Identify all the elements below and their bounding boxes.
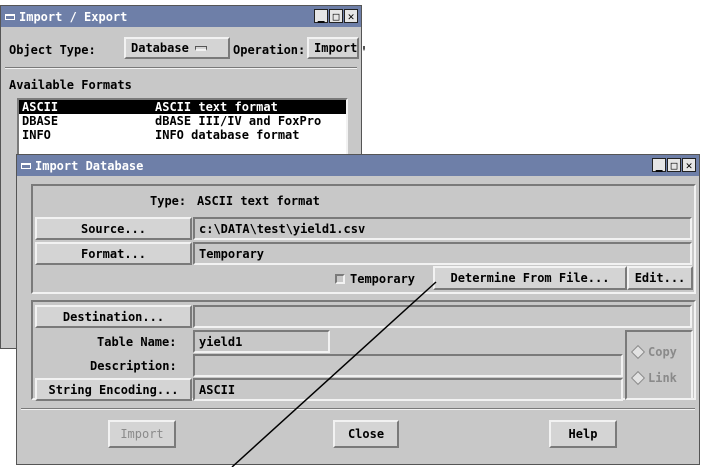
list-item-dbase[interactable]: DBASE dBASE III/IV and FoxPro xyxy=(19,114,346,128)
link-radio[interactable]: Link xyxy=(630,370,677,386)
temporary-label: Temporary xyxy=(350,272,416,286)
format-desc: INFO database format xyxy=(155,128,300,142)
minimize-icon[interactable]: ▁ xyxy=(652,158,666,172)
list-item-info[interactable]: INFO INFO database format xyxy=(19,128,346,142)
maximize-icon[interactable]: □ xyxy=(667,158,681,172)
temporary-checkbox[interactable]: Temporary xyxy=(335,272,415,286)
window-menu-icon[interactable] xyxy=(21,162,31,169)
help-button[interactable]: Help xyxy=(549,420,617,448)
minimize-icon[interactable]: ▁ xyxy=(314,9,328,23)
option-menu-icon xyxy=(363,45,366,51)
string-encoding-button[interactable]: String Encoding... xyxy=(35,378,192,401)
link-label: Link xyxy=(648,371,677,385)
close-button[interactable]: Close xyxy=(333,420,399,448)
list-item-ascii[interactable]: ASCII ASCII text format xyxy=(19,100,346,114)
format-button[interactable]: Format... xyxy=(35,242,192,265)
close-icon[interactable]: ✕ xyxy=(344,9,358,23)
object-type-select[interactable]: Database xyxy=(124,37,230,59)
determine-from-file-button[interactable]: Determine From File... xyxy=(433,266,627,290)
type-value: ASCII text format xyxy=(197,194,320,208)
copy-link-group xyxy=(625,330,693,400)
source-field[interactable]: c:\DATA\test\yield1.csv xyxy=(193,217,692,240)
import-database-titlebar[interactable]: Import Database ▁ □ ✕ xyxy=(17,155,699,176)
object-type-label: Object Type: xyxy=(9,43,96,57)
edit-button[interactable]: Edit... xyxy=(627,266,693,290)
format-field[interactable]: Temporary xyxy=(193,242,692,265)
format-name: DBASE xyxy=(22,114,59,128)
divider xyxy=(21,408,695,410)
import-database-window: Import Database ▁ □ ✕ Type: ASCII text f… xyxy=(16,154,700,465)
format-desc: ASCII text format xyxy=(155,100,278,114)
window-menu-icon[interactable] xyxy=(5,13,15,20)
table-name-field[interactable]: yield1 xyxy=(193,330,330,353)
checkbox-icon[interactable] xyxy=(335,274,345,284)
radio-icon xyxy=(630,370,646,386)
copy-label: Copy xyxy=(648,345,677,359)
destination-field[interactable] xyxy=(193,305,692,328)
description-field[interactable] xyxy=(193,354,623,377)
source-button[interactable]: Source... xyxy=(35,217,192,240)
available-formats-label: Available Formats xyxy=(9,78,132,92)
divider xyxy=(5,67,357,69)
destination-button[interactable]: Destination... xyxy=(35,305,192,328)
object-type-value: Database xyxy=(131,41,189,55)
close-icon[interactable]: ✕ xyxy=(682,158,696,172)
table-name-label: Table Name: xyxy=(97,335,177,349)
window-title: Import Database xyxy=(35,158,144,173)
window-title: Import / Export xyxy=(19,9,128,24)
import-export-titlebar[interactable]: Import / Export ▁ □ ✕ xyxy=(1,6,361,27)
radio-icon xyxy=(630,344,646,360)
import-button[interactable]: Import xyxy=(108,420,176,448)
operation-label: Operation: xyxy=(233,43,306,57)
description-label: Description: xyxy=(90,359,177,373)
option-menu-icon xyxy=(194,45,207,51)
format-name: INFO xyxy=(22,128,51,142)
maximize-icon[interactable]: □ xyxy=(329,9,343,23)
string-encoding-field[interactable]: ASCII xyxy=(193,378,623,401)
operation-value: Import xyxy=(314,41,358,55)
format-name: ASCII xyxy=(22,100,59,114)
type-label: Type: xyxy=(150,194,187,208)
format-desc: dBASE III/IV and FoxPro xyxy=(155,114,322,128)
copy-radio[interactable]: Copy xyxy=(630,344,677,360)
operation-select[interactable]: Import xyxy=(307,37,366,59)
